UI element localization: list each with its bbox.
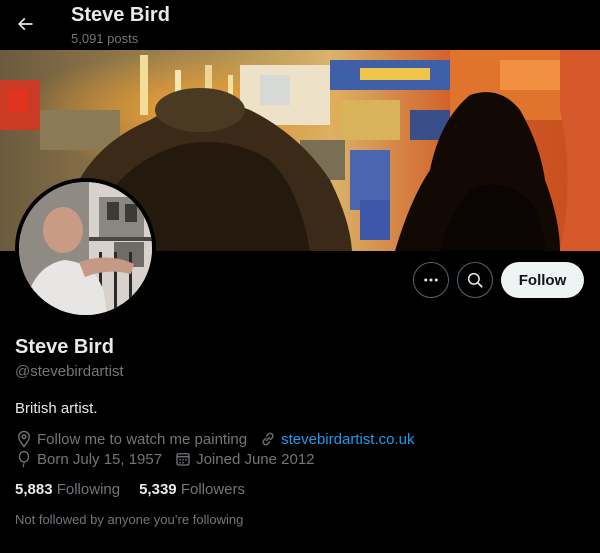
location-text: Follow me to watch me painting xyxy=(37,430,248,448)
location-pin-icon xyxy=(18,430,30,448)
arrow-left-icon xyxy=(17,17,33,31)
location: Follow me to watch me painting xyxy=(15,430,247,448)
mutual-followers-note: Not followed by anyone you’re following xyxy=(15,512,244,527)
website-link[interactable]: stevebirdartist.co.uk xyxy=(281,431,414,448)
followers-label: Followers xyxy=(180,481,245,498)
follow-button[interactable]: Follow xyxy=(501,262,584,298)
search-posts-button[interactable] xyxy=(457,262,493,298)
followers-count: 5,339 xyxy=(139,481,181,498)
link-icon xyxy=(262,432,274,446)
following-link[interactable]: 5,883 Following xyxy=(15,481,120,498)
display-name: Steve Bird xyxy=(15,336,114,358)
birthday-text: Born July 15, 1957 xyxy=(37,450,163,468)
more-horizontal-icon xyxy=(424,278,438,282)
profile-meta-row: Follow me to watch me painting stevebird… xyxy=(15,429,427,449)
header-title: Steve Bird xyxy=(71,4,170,26)
following-label: Following xyxy=(56,481,121,498)
posts-count: 5,091 posts xyxy=(71,31,139,46)
website: stevebirdartist.co.uk xyxy=(259,430,415,448)
username: @stevebirdartist xyxy=(15,363,124,380)
avatar-photo xyxy=(19,182,152,315)
birthday: Born July 15, 1957 xyxy=(15,450,162,468)
back-button[interactable] xyxy=(8,7,42,41)
join-date-text: Joined June 2012 xyxy=(196,450,315,468)
profile-meta-row-2: Born July 15, 1957 Joined June 2012 xyxy=(15,449,327,469)
calendar-icon xyxy=(176,453,190,466)
balloon-icon xyxy=(18,450,30,468)
bio: British artist. xyxy=(15,400,98,417)
follow-stats: 5,883 Following 5,339 Followers xyxy=(15,481,264,498)
followers-link[interactable]: 5,339 Followers xyxy=(139,481,245,498)
more-button[interactable] xyxy=(413,262,449,298)
join-date: Joined June 2012 xyxy=(174,450,315,468)
following-count: 5,883 xyxy=(15,481,57,498)
top-bar: Steve Bird 5,091 posts xyxy=(0,0,600,50)
avatar[interactable] xyxy=(15,178,156,319)
search-icon xyxy=(467,272,483,288)
